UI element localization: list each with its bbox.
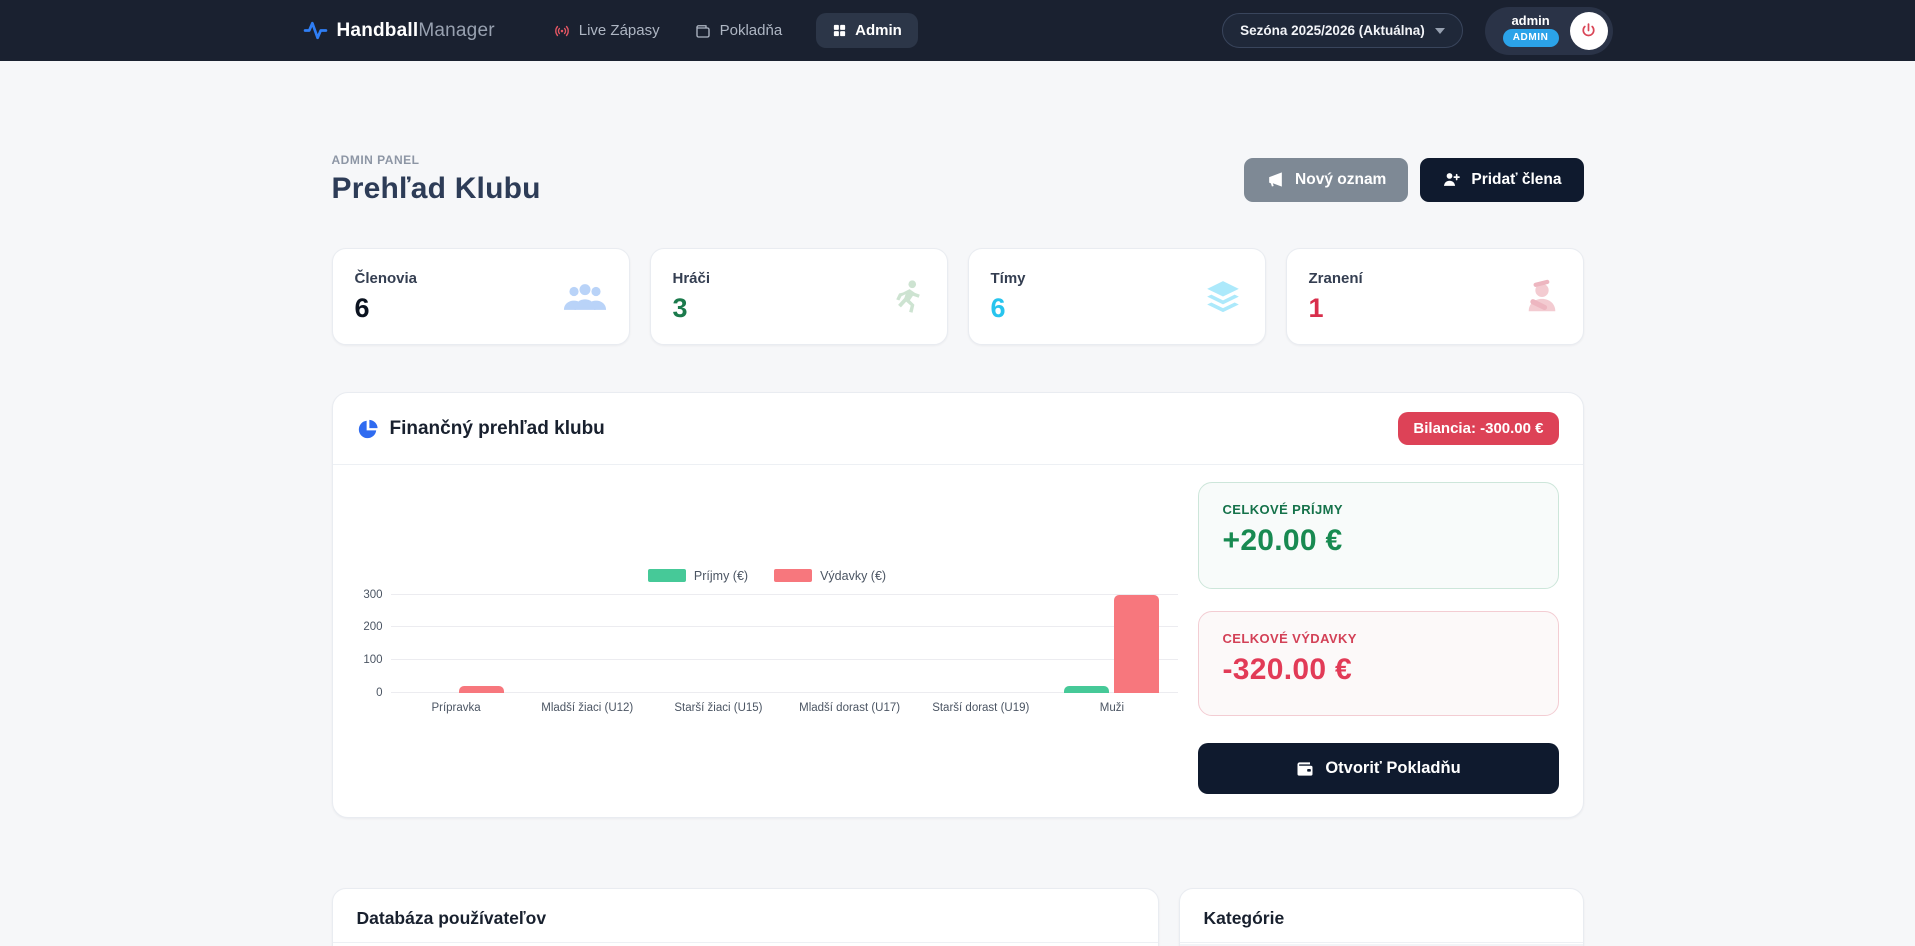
stat-card-players[interactable]: Hráči 3	[650, 248, 948, 345]
runner-icon	[891, 278, 925, 316]
nav-item-live-matches[interactable]: Live Zápasy	[553, 22, 660, 40]
chart-legend: Príjmy (€) Výdavky (€)	[357, 569, 1178, 583]
stat-value: 3	[673, 293, 711, 324]
stat-card-injured[interactable]: Zranení 1	[1286, 248, 1584, 345]
total-expense-card: CELKOVÉ VÝDAVKY -320.00 €	[1198, 611, 1559, 716]
bar-group	[522, 595, 653, 693]
users-database-panel: Databáza používateľov	[332, 888, 1159, 946]
legend-label: Výdavky (€)	[820, 569, 886, 583]
chart-category-label: Starší dorast (U19)	[915, 702, 1046, 714]
season-selector[interactable]: Sezóna 2025/2026 (Aktuálna)	[1222, 13, 1463, 48]
chart-category-label: Starší žiaci (U15)	[653, 702, 784, 714]
power-icon	[1580, 22, 1597, 39]
user-name: admin	[1511, 14, 1549, 27]
stat-card-teams[interactable]: Tímy 6	[968, 248, 1266, 345]
chart-xlabels: PrípravkaMladší žiaci (U12)Starší žiaci …	[391, 702, 1178, 714]
bar-group	[391, 595, 522, 693]
total-expense-value: -320.00 €	[1223, 653, 1534, 687]
legend-swatch	[648, 569, 686, 582]
injured-person-icon	[1523, 277, 1561, 317]
stat-label: Členovia	[355, 270, 418, 287]
person-plus-icon	[1442, 170, 1461, 189]
layers-icon	[1203, 277, 1243, 317]
bar-group	[653, 595, 784, 693]
brand-name-bold: Handball	[337, 20, 419, 41]
nav-links: Live Zápasy Pokladňa Admin	[553, 13, 918, 48]
balance-badge: Bilancia: -300.00 €	[1398, 412, 1558, 445]
chart-category-label: Prípravka	[391, 702, 522, 714]
stat-label: Hráči	[673, 270, 711, 287]
chevron-down-icon	[1435, 28, 1445, 34]
open-cashier-button[interactable]: Otvoriť Pokladňu	[1198, 743, 1559, 794]
brand-name-light: Manager	[418, 20, 494, 41]
pie-chart-icon	[357, 418, 379, 440]
megaphone-icon	[1266, 170, 1285, 189]
bar-group	[915, 595, 1046, 693]
nav-item-cashier[interactable]: Pokladňa	[694, 22, 783, 40]
bar-group	[784, 595, 915, 693]
chart-ytick: 300	[357, 589, 383, 601]
live-broadcast-icon	[553, 22, 571, 40]
stat-cards-row: Členovia 6 Hráči 3 Tímy 6	[332, 248, 1584, 345]
brand-logo[interactable]: HandballManager	[303, 18, 495, 43]
chart-plot: 0100200300	[391, 595, 1178, 693]
top-navbar: HandballManager Live Zápasy Pokladňa	[0, 0, 1915, 61]
logout-button[interactable]	[1570, 12, 1608, 50]
user-role-badge: ADMIN	[1503, 29, 1559, 47]
finance-title: Finančný prehľad klubu	[390, 418, 605, 440]
total-income-card: CELKOVÉ PRÍJMY +20.00 €	[1198, 482, 1559, 589]
admin-panel-eyebrow: ADMIN PANEL	[332, 153, 541, 167]
wallet-icon	[694, 22, 712, 40]
stat-value: 1	[1309, 293, 1363, 324]
stat-value: 6	[991, 293, 1026, 324]
total-income-label: CELKOVÉ PRÍJMY	[1223, 502, 1534, 517]
user-menu[interactable]: admin ADMIN	[1485, 7, 1613, 55]
bar-group	[1046, 595, 1177, 693]
finance-bar-chart: Príjmy (€)Výdavky (€) 0100200300 Príprav…	[333, 465, 1198, 817]
activity-pulse-icon	[303, 18, 328, 43]
stat-card-members[interactable]: Členovia 6	[332, 248, 630, 345]
bar	[459, 686, 504, 693]
stat-label: Tímy	[991, 270, 1026, 287]
chart-ytick: 0	[357, 687, 383, 699]
chart-ytick: 200	[357, 621, 383, 633]
chart-category-label: Mladší žiaci (U12)	[522, 702, 653, 714]
nav-item-label: Pokladňa	[720, 22, 783, 39]
nav-item-label: Admin	[855, 22, 902, 39]
legend-swatch	[774, 569, 812, 582]
stat-label: Zranení	[1309, 270, 1363, 287]
chart-category-label: Mladší dorast (U17)	[784, 702, 915, 714]
legend-item[interactable]: Výdavky (€)	[774, 569, 886, 583]
chart-category-label: Muži	[1046, 702, 1177, 714]
nav-item-admin[interactable]: Admin	[816, 13, 918, 48]
stat-value: 6	[355, 293, 418, 324]
people-icon	[563, 280, 607, 314]
wallet-icon	[1295, 759, 1315, 779]
finance-overview-card: Finančný prehľad klubu Bilancia: -300.00…	[332, 392, 1584, 818]
total-expense-label: CELKOVÉ VÝDAVKY	[1223, 631, 1534, 646]
legend-label: Príjmy (€)	[694, 569, 748, 583]
nav-item-label: Live Zápasy	[579, 22, 660, 39]
new-announcement-button[interactable]: Nový oznam	[1244, 158, 1408, 202]
page-header: ADMIN PANEL Prehľad Klubu Nový oznam Pri…	[332, 153, 1584, 206]
page-title: Prehľad Klubu	[332, 172, 541, 206]
season-selector-value: Sezóna 2025/2026 (Aktuálna)	[1240, 23, 1425, 38]
add-member-button[interactable]: Pridať člena	[1420, 158, 1583, 202]
total-income-value: +20.00 €	[1223, 524, 1534, 558]
legend-item[interactable]: Príjmy (€)	[648, 569, 748, 583]
grid-icon	[832, 23, 847, 38]
users-database-title: Databáza používateľov	[357, 908, 1134, 929]
bar	[1114, 595, 1159, 693]
categories-panel: Kategórie	[1179, 888, 1584, 946]
categories-title: Kategórie	[1204, 908, 1559, 929]
bar	[1064, 686, 1109, 693]
chart-ytick: 100	[357, 654, 383, 666]
